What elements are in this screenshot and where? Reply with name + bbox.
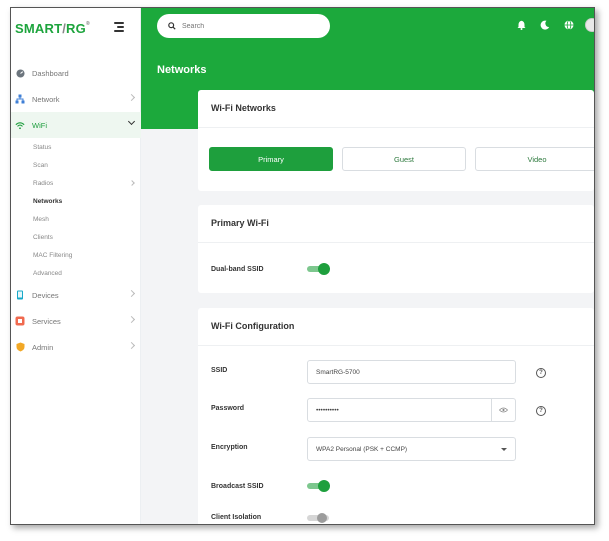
encryption-select[interactable]: WPA2 Personal (PSK + CCMP) — [307, 437, 516, 461]
page-title: Networks — [157, 64, 207, 76]
tab-video[interactable]: Video — [475, 147, 594, 171]
sidebar-item-wifi[interactable]: WiFi — [11, 112, 141, 138]
app-window: SMART/RG® Dashboard Network WiFi Status … — [10, 7, 595, 525]
tab-primary[interactable]: Primary — [209, 147, 333, 171]
encryption-label: Encryption — [211, 444, 248, 451]
submenu-item-clients[interactable]: Clients — [33, 228, 141, 246]
eye-icon[interactable] — [491, 399, 515, 421]
chevron-right-icon — [127, 289, 136, 298]
sidebar-item-admin[interactable]: Admin — [11, 334, 141, 360]
devices-icon — [15, 290, 25, 300]
sidebar-item-label: WiFi — [32, 120, 47, 130]
submenu-item-mesh[interactable]: Mesh — [33, 210, 141, 228]
main-content: Networks Wi-Fi Networks Primary Guest Vi… — [141, 8, 594, 524]
wifi-networks-card: Wi-Fi Networks Primary Guest Video — [198, 90, 594, 191]
client-isolation-label: Client Isolation — [211, 514, 262, 521]
chevron-right-icon — [127, 315, 136, 324]
dual-band-label: Dual-band SSID — [211, 266, 264, 273]
ssid-label: SSID — [211, 367, 228, 374]
admin-icon — [15, 342, 25, 352]
topbar-actions — [503, 18, 594, 32]
card-title: Primary Wi-Fi — [198, 205, 594, 243]
sidebar-item-label: Services — [32, 316, 61, 326]
smartrg-logo: SMART/RG® — [15, 20, 90, 36]
sidebar-item-label: Devices — [32, 290, 59, 300]
ssid-input[interactable] — [316, 368, 515, 376]
search-icon — [168, 17, 176, 35]
sidebar-nav: Dashboard Network WiFi Status Scan Radio… — [11, 60, 141, 360]
caret-down-icon — [501, 448, 507, 451]
services-icon — [15, 316, 25, 326]
tab-guest[interactable]: Guest — [342, 147, 466, 171]
encryption-value: WPA2 Personal (PSK + CCMP) — [316, 445, 408, 453]
network-tabs: Primary Guest Video — [209, 147, 594, 171]
globe-icon[interactable] — [563, 19, 575, 31]
sidebar-item-devices[interactable]: Devices — [11, 282, 141, 308]
wifi-icon — [15, 120, 25, 130]
broadcast-ssid-label: Broadcast SSID — [211, 483, 264, 490]
topbar — [141, 8, 594, 46]
sidebar-item-network[interactable]: Network — [11, 86, 141, 112]
submenu-item-advanced[interactable]: Advanced — [33, 264, 141, 282]
ssid-field[interactable] — [307, 360, 516, 384]
sidebar: SMART/RG® Dashboard Network WiFi Status … — [11, 8, 141, 524]
primary-wifi-card: Primary Wi-Fi Dual-band SSID — [198, 205, 594, 293]
sidebar-item-label: Network — [32, 94, 60, 104]
wifi-submenu: Status Scan Radios Networks Mesh Clients… — [11, 138, 141, 282]
password-label: Password — [211, 405, 245, 412]
search-box[interactable] — [157, 14, 330, 38]
sidebar-item-services[interactable]: Services — [11, 308, 141, 334]
help-icon[interactable]: ? — [536, 368, 546, 378]
menu-collapse-icon[interactable] — [114, 22, 124, 32]
avatar[interactable] — [585, 18, 594, 32]
card-title: Wi-Fi Networks — [198, 90, 594, 128]
password-field[interactable] — [307, 398, 516, 422]
submenu-item-networks[interactable]: Networks — [33, 192, 141, 210]
chevron-right-icon — [129, 180, 135, 186]
help-icon[interactable]: ? — [536, 406, 546, 416]
chevron-right-icon — [127, 93, 136, 102]
broadcast-ssid-toggle[interactable] — [307, 480, 331, 492]
dashboard-icon — [15, 68, 25, 78]
sidebar-item-label: Admin — [32, 342, 54, 352]
card-title: Wi-Fi Configuration — [198, 308, 594, 346]
network-icon — [15, 94, 25, 104]
submenu-item-mac-filtering[interactable]: MAC Filtering — [33, 246, 141, 264]
bell-icon[interactable] — [515, 19, 527, 31]
sidebar-item-label: Dashboard — [32, 68, 69, 78]
submenu-item-status[interactable]: Status — [33, 138, 141, 156]
sidebar-item-dashboard[interactable]: Dashboard — [11, 60, 141, 86]
search-input[interactable] — [182, 22, 322, 30]
wifi-configuration-card: Wi-Fi Configuration SSID ? Password ? En… — [198, 308, 594, 524]
moon-icon[interactable] — [539, 19, 551, 31]
chevron-right-icon — [127, 341, 136, 350]
dual-band-toggle[interactable] — [307, 263, 331, 275]
chevron-down-icon — [127, 117, 136, 126]
password-input[interactable] — [316, 406, 515, 414]
submenu-item-radios[interactable]: Radios — [33, 174, 141, 192]
submenu-item-scan[interactable]: Scan — [33, 156, 141, 174]
client-isolation-toggle[interactable] — [307, 512, 331, 524]
